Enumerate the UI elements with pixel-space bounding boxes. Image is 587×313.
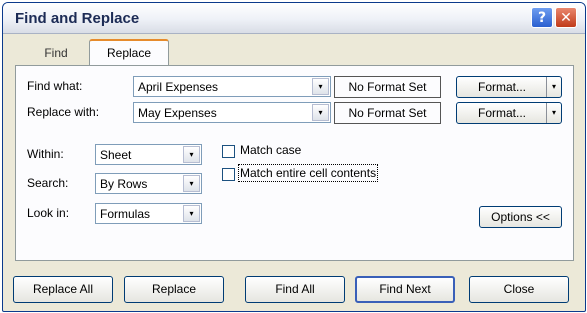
within-select[interactable]: Sheet ▾ (95, 144, 202, 165)
replace-with-label: Replace with: (27, 105, 100, 119)
chevron-down-icon[interactable]: ▾ (312, 78, 329, 95)
search-label: Search: (27, 176, 69, 190)
find-all-button[interactable]: Find All (245, 276, 345, 303)
find-what-label: Find what: (27, 79, 83, 93)
look-in-label: Look in: (27, 206, 70, 220)
replace-format-button[interactable]: Format... ▾ (456, 102, 562, 124)
chevron-down-icon[interactable]: ▾ (183, 146, 200, 163)
replace-panel: Find what: April Expenses ▾ No Format Se… (15, 65, 574, 261)
match-case-label[interactable]: Match case (240, 143, 301, 157)
find-replace-dialog: Find and Replace ? ✕ Find Replace Find w… (2, 2, 586, 312)
replace-format-label: Format... (477, 106, 526, 120)
within-value: Sheet (100, 148, 132, 162)
replace-with-value: May Expenses (138, 106, 217, 120)
find-format-label: Format... (477, 80, 526, 94)
options-button[interactable]: Options << (479, 206, 562, 228)
match-entire-checkbox[interactable] (222, 168, 235, 181)
find-what-value: April Expenses (138, 80, 219, 94)
replace-all-button[interactable]: Replace All (13, 276, 113, 303)
match-entire-label[interactable]: Match entire cell contents (237, 164, 379, 182)
match-case-checkbox[interactable] (222, 145, 235, 158)
chevron-down-icon[interactable]: ▾ (546, 77, 561, 97)
close-icon[interactable]: ✕ (555, 7, 577, 28)
search-value: By Rows (100, 177, 148, 191)
chevron-down-icon[interactable]: ▾ (312, 104, 329, 121)
title-bar[interactable]: Find and Replace ? ✕ (3, 3, 585, 34)
tab-replace[interactable]: Replace (89, 39, 169, 66)
search-select[interactable]: By Rows ▾ (95, 173, 202, 194)
chevron-down-icon[interactable]: ▾ (183, 175, 200, 192)
look-in-select[interactable]: Formulas ▾ (95, 203, 202, 224)
chevron-down-icon[interactable]: ▾ (183, 205, 200, 222)
find-format-button[interactable]: Format... ▾ (456, 76, 562, 98)
chevron-down-icon[interactable]: ▾ (546, 103, 561, 123)
dialog-title: Find and Replace (15, 10, 140, 27)
tab-find[interactable]: Find (23, 42, 89, 66)
close-button[interactable]: Close (469, 276, 569, 303)
find-what-combo[interactable]: April Expenses ▾ (133, 76, 331, 97)
look-in-value: Formulas (100, 207, 151, 221)
replace-button[interactable]: Replace (124, 276, 224, 303)
replace-format-status: No Format Set (334, 102, 441, 124)
find-next-button[interactable]: Find Next (355, 276, 455, 303)
within-label: Within: (27, 147, 64, 161)
find-format-status: No Format Set (334, 76, 441, 98)
replace-with-combo[interactable]: May Expenses ▾ (133, 102, 331, 123)
help-button[interactable]: ? (531, 7, 553, 28)
